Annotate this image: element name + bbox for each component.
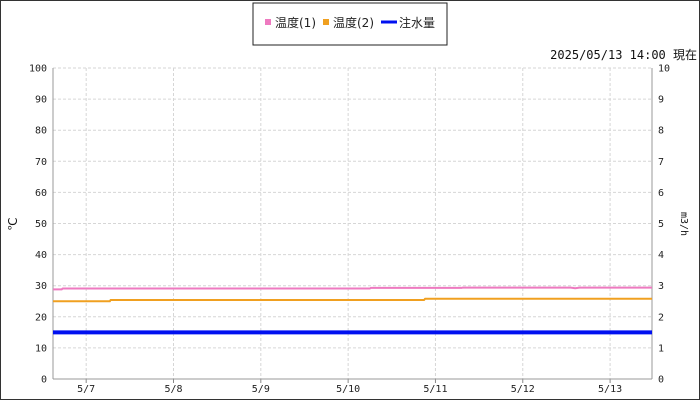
axes: 0 10 20 30 40 50 60 70 80 90 100 0 1 2 3 4 5 6 7 8 9 10 5/7 5/8… [29,64,670,396]
y-left-tick-label: 60 [35,188,47,199]
y-left-tick-label: 80 [35,126,47,137]
x-tick-label: 5/7 [77,384,95,395]
y-right-tick-label: 3 [658,281,664,292]
legend-swatch-series-2 [323,19,329,25]
y-right-tick-label: 0 [658,375,664,386]
legend-swatch-series-3 [381,20,397,24]
y-right-tick-label: 4 [658,250,664,261]
y-right-axis-label: m3/h [678,212,689,236]
x-tick-label: 5/13 [598,384,622,395]
series-line-1 [53,286,652,291]
y-right-tick-label: 2 [658,312,664,323]
y-left-tick-label: 0 [41,375,47,386]
status-timestamp: 2025/05/13 14:00 現在 [550,48,697,62]
series-lines [53,286,652,335]
y-left-tick-label: 90 [35,95,47,106]
y-left-tick-label: 30 [35,281,47,292]
y-left-tick-label: 70 [35,157,47,168]
y-left-axis-label: ℃ [6,217,20,230]
y-left-tick-label: 40 [35,250,47,261]
y-right-tick-label: 9 [658,95,664,106]
legend: 温度(1) 温度(2) 注水量 [252,2,448,46]
chart: 温度(1) 温度(2) 注水量 2025/05/13 14:00 現在 0102… [6,2,697,396]
y-left-tick-label: 10 [35,343,47,354]
y-right-tick-label: 10 [658,64,670,75]
legend-label-series-1: 温度(1) [275,15,316,30]
legend-swatch-series-1 [265,19,271,25]
y-right-tick-label: 1 [658,343,664,354]
x-tick-label: 5/10 [336,384,360,395]
x-tick-label: 5/11 [423,384,447,395]
legend-label-series-3: 注水量 [399,15,435,30]
y-right-tick-label: 5 [658,219,664,230]
x-tick-label: 5/12 [511,384,535,395]
y-left-tick-label: 20 [35,312,47,323]
y-right-tick-label: 8 [658,126,664,137]
y-right-tick-label: 7 [658,157,664,168]
legend-label-series-2: 温度(2) [333,15,374,30]
series-line-2 [53,297,652,303]
y-right-tick-label: 6 [658,188,664,199]
y-left-tick-label: 50 [35,219,47,230]
x-tick-label: 5/8 [164,384,182,395]
x-tick-label: 5/9 [252,384,270,395]
y-left-tick-label: 100 [29,64,47,75]
